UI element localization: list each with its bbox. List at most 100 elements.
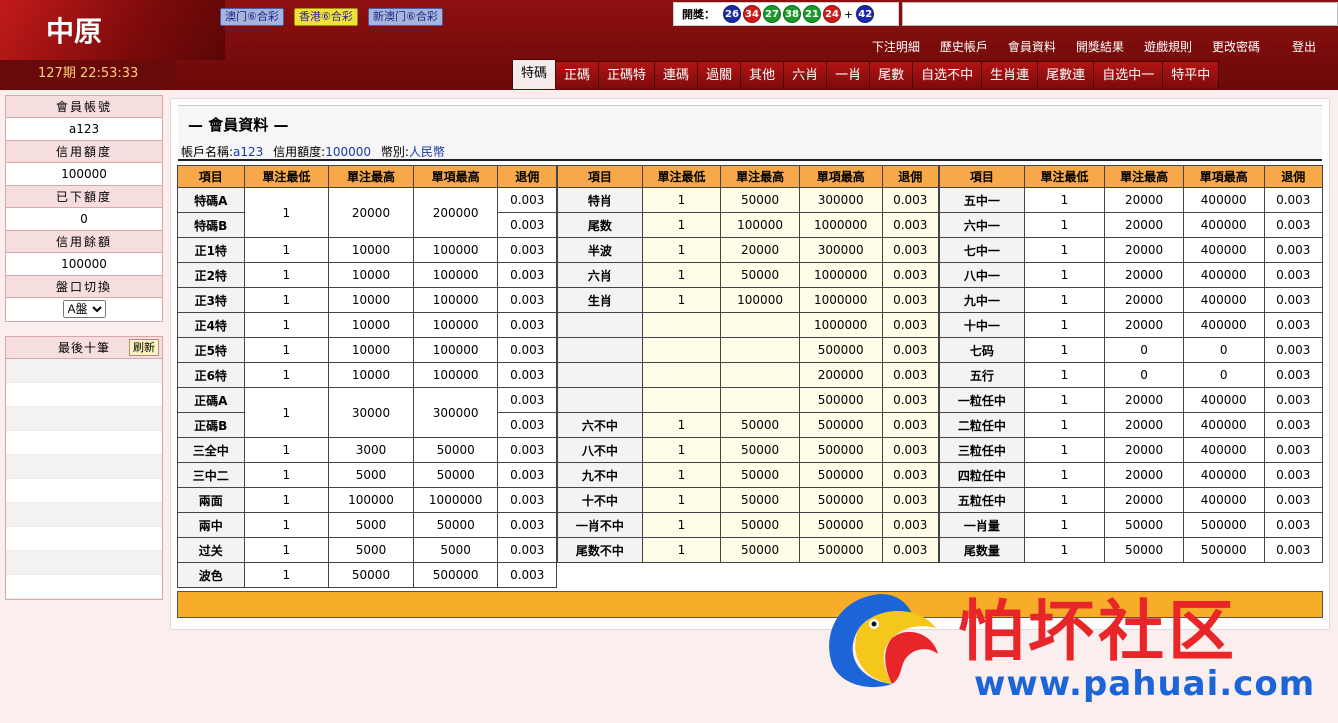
- cell-value: 0.003: [497, 437, 557, 463]
- cell-value: 0.003: [497, 337, 557, 363]
- tab-9[interactable]: 自选不中: [912, 61, 983, 89]
- table-header-row: 項目 單注最低 單注最高 單項最高 退佣: [939, 165, 1324, 188]
- row-label: 兩面: [177, 487, 245, 513]
- member-data-header: — 會員資料 — 帳戶名稱:a123 信用額度:100000 幣別:人民幣: [178, 105, 1322, 161]
- cell-value: [641, 337, 722, 363]
- table-row: 半波 1 20000 300000 0.003: [557, 237, 940, 263]
- tab-7[interactable]: 一肖: [826, 61, 871, 89]
- top-link-0[interactable]: 下注明細: [872, 38, 920, 55]
- game-tab-new-macau[interactable]: 新澳门⑥合彩: [368, 8, 443, 26]
- row-label: 正1特: [177, 237, 245, 263]
- cell-value: 0.003: [497, 512, 557, 538]
- recent-row: [6, 455, 162, 479]
- cell-value: 1: [1023, 387, 1106, 413]
- cell-value: 0.003: [881, 312, 940, 338]
- cell-value: [720, 337, 800, 363]
- game-tab-hongkong[interactable]: 香港⑥合彩: [294, 8, 358, 26]
- table-row: 四粒任中 1 20000 400000 0.003: [939, 462, 1324, 488]
- row-label: 五行: [939, 362, 1025, 388]
- top-link-5[interactable]: 更改密碼: [1212, 38, 1260, 55]
- cell-value: 1: [641, 187, 722, 213]
- top-link-3[interactable]: 開獎結果: [1076, 38, 1124, 55]
- cell-value: 0.003: [497, 487, 557, 513]
- cell-value: 1: [641, 287, 722, 313]
- row-label: 八中一: [939, 262, 1025, 288]
- table-row: 正4特 1 10000 100000 0.003: [177, 312, 557, 338]
- cell-value: 1000000: [412, 487, 499, 513]
- tab-0[interactable]: 特碼: [512, 59, 557, 89]
- cell-value: 100000: [412, 312, 499, 338]
- table-row: 200000 0.003: [557, 362, 940, 388]
- game-tab-macau[interactable]: 澳门⑥合彩: [220, 8, 284, 26]
- limits-table-3: 項目 單注最低 單注最高 單項最高 退佣 五中一 1 20000 400000 0.003 六中一 1…: [939, 165, 1324, 563]
- tab-1[interactable]: 正碼: [555, 61, 600, 89]
- tab-3[interactable]: 連碼: [654, 61, 699, 89]
- cell-value: 50000: [720, 487, 800, 513]
- row-label: 六中一: [939, 212, 1025, 238]
- column-header: 單注最高: [328, 165, 414, 188]
- table-row: 尾数量 1 50000 500000 0.003: [939, 537, 1324, 563]
- ball: 38: [783, 5, 801, 23]
- table-row: 三粒任中 1 20000 400000 0.003: [939, 437, 1324, 463]
- cell-value: 400000: [1182, 287, 1265, 313]
- top-link-6[interactable]: 登出: [1292, 38, 1316, 55]
- cell-value: 20000: [1104, 487, 1184, 513]
- table-row: 九不中 1 50000 500000 0.003: [557, 462, 940, 488]
- tab-12[interactable]: 自选中一: [1093, 61, 1164, 89]
- plate-select[interactable]: A盤: [62, 300, 106, 318]
- top-link-4[interactable]: 遊戲規則: [1144, 38, 1192, 55]
- cell-value: 10000: [328, 362, 414, 388]
- tab-8[interactable]: 尾數: [869, 61, 914, 89]
- plus-sign: +: [844, 7, 854, 21]
- tab-13[interactable]: 特平中: [1162, 61, 1220, 89]
- recent-row: [6, 527, 162, 551]
- cell-value: 20000: [1104, 462, 1184, 488]
- ball: 42: [856, 5, 875, 23]
- column-header: 退佣: [1263, 165, 1324, 188]
- table-header-row: 項目 單注最低 單注最高 單項最高 退佣: [177, 165, 557, 188]
- cell-value: 0.003: [881, 537, 940, 563]
- tab-11[interactable]: 尾數連: [1037, 61, 1095, 89]
- cell-value: 400000: [1182, 437, 1265, 463]
- top-link-1[interactable]: 歷史帳戶: [940, 38, 988, 55]
- cell-value: 1: [641, 487, 722, 513]
- credit-label: 信用額度: [6, 141, 162, 163]
- account-value: a123: [6, 118, 162, 141]
- cell-value: 400000: [1182, 237, 1265, 263]
- recent-row: [6, 575, 162, 599]
- top-link-2[interactable]: 會員資料: [1008, 38, 1056, 55]
- tab-2[interactable]: 正碼特: [598, 61, 656, 89]
- ball: 21: [803, 5, 821, 23]
- cell-value: 1: [243, 487, 330, 513]
- column-header: 單項最高: [412, 165, 499, 188]
- cell-value: 0: [1104, 362, 1184, 388]
- cell-value: 0.003: [881, 337, 940, 363]
- cell-value: 20000: [1104, 187, 1184, 213]
- main-panel: — 會員資料 — 帳戶名稱:a123 信用額度:100000 幣別:人民幣 項目…: [170, 98, 1330, 630]
- cell-value: 3000: [328, 437, 414, 463]
- tab-5[interactable]: 其他: [740, 61, 785, 89]
- refresh-button[interactable]: 刷新: [129, 339, 159, 356]
- cell-value: 0.003: [881, 262, 940, 288]
- recent-header: 最後十筆 刷新: [6, 337, 162, 359]
- cell-value: 1: [1023, 337, 1106, 363]
- tab-10[interactable]: 生肖連: [981, 61, 1039, 89]
- cell-value: 1: [1023, 362, 1106, 388]
- row-label: 十不中: [557, 487, 643, 513]
- cell-value: 5000: [328, 462, 414, 488]
- period-time: 127期 22:53:33: [0, 60, 175, 88]
- cell-value: 1: [1023, 212, 1106, 238]
- cell-value: [641, 312, 722, 338]
- cell-value: 1: [243, 187, 330, 238]
- tab-4[interactable]: 過關: [697, 61, 742, 89]
- sidebar: 會員帳號 a123 信用額度 100000 已下額度 0 信用餘額 100000…: [5, 95, 163, 322]
- cell-value: 0.003: [1263, 287, 1324, 313]
- table-row: 十不中 1 50000 500000 0.003: [557, 487, 940, 513]
- cell-value: 10000: [328, 237, 414, 263]
- tab-6[interactable]: 六肖: [783, 61, 828, 89]
- draw-result-label: 開獎：: [682, 8, 715, 21]
- table-row: 一粒任中 1 20000 400000 0.003: [939, 387, 1324, 413]
- row-label: 六肖: [557, 262, 643, 288]
- page-title: — 會員資料 —: [188, 116, 289, 134]
- cell-value: 50000: [720, 187, 800, 213]
